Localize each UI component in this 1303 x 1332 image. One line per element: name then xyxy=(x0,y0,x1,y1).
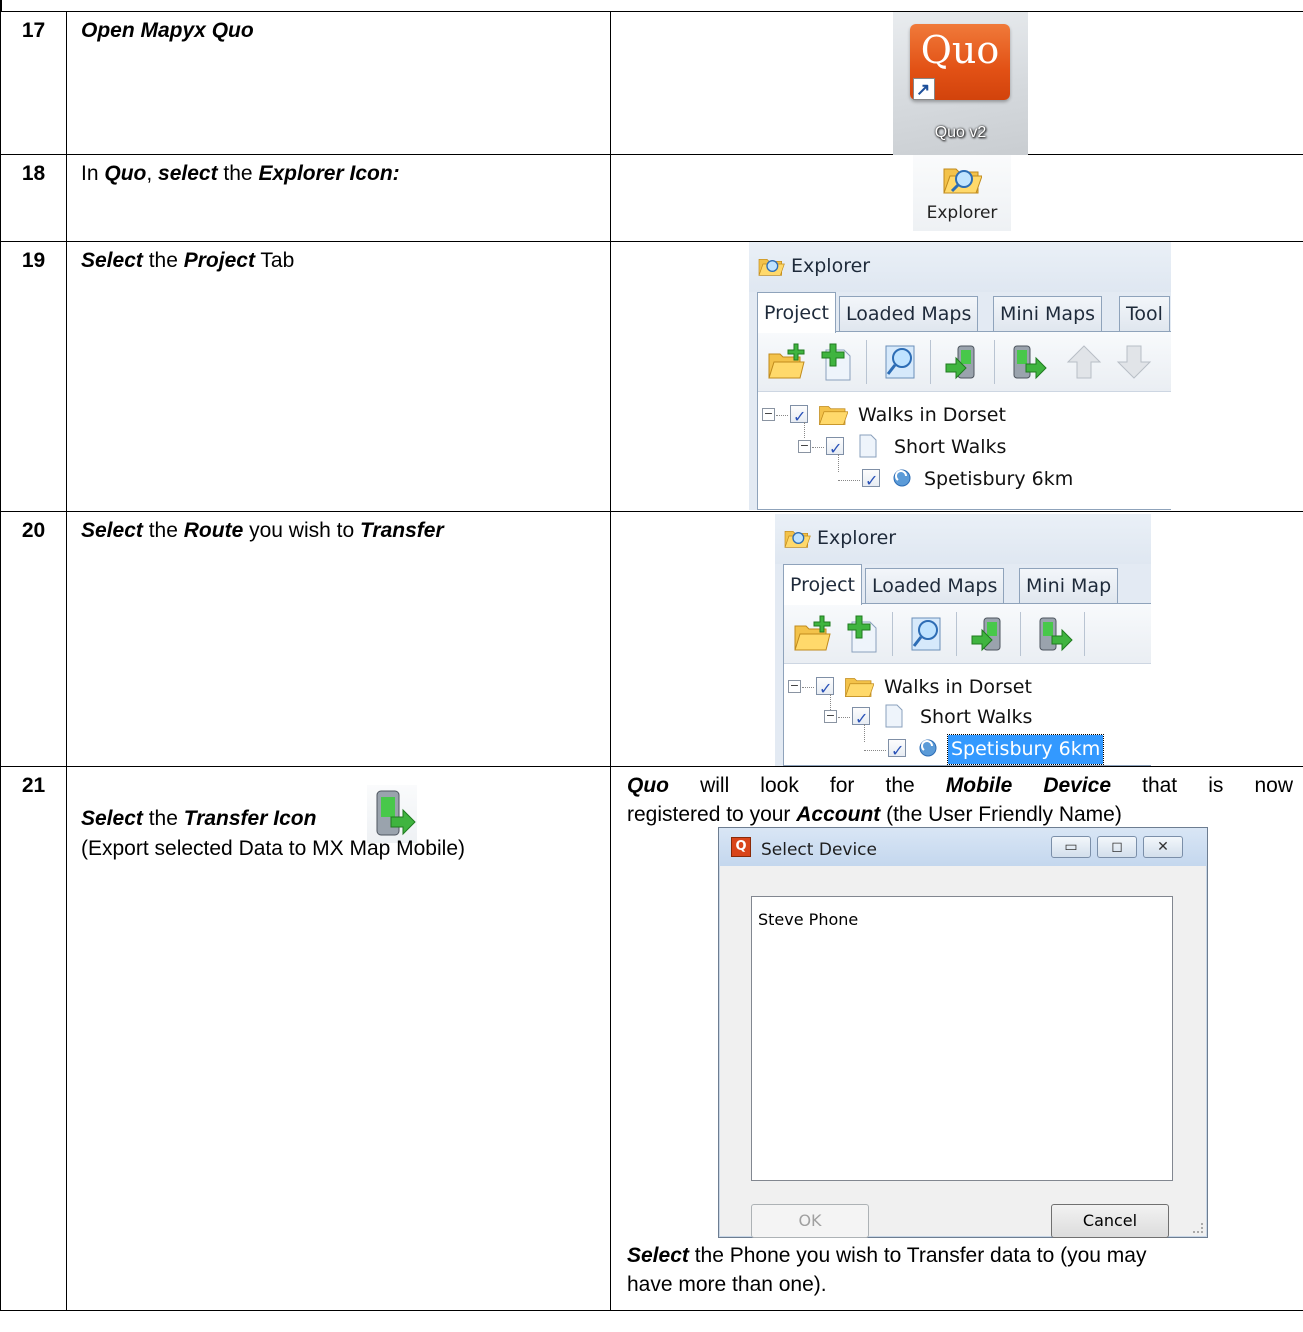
shortcut-arrow-icon xyxy=(913,75,935,104)
document-icon xyxy=(885,704,903,728)
checkbox[interactable] xyxy=(852,704,870,733)
step-image-cell: Explorer Project Loaded Maps Mini Maps T… xyxy=(610,241,1303,512)
dialog-titlebar: Q Select Device ▭ ◻ ✕ xyxy=(719,828,1207,866)
route-icon xyxy=(919,739,937,757)
table-row: 21 Select the Transfer Icon (Export sele… xyxy=(0,766,1303,1311)
step-image-cell: Explorer xyxy=(610,154,1303,242)
select-device-dialog: Q Select Device ▭ ◻ ✕ Steve Phone OK Can… xyxy=(718,827,1208,1238)
document-icon xyxy=(859,434,877,458)
tab-loaded-maps[interactable]: Loaded Maps xyxy=(839,296,979,332)
folder-search-icon xyxy=(943,168,982,194)
cancel-button[interactable]: Cancel xyxy=(1051,1204,1169,1238)
step-note: Select the Phone you wish to Transfer da… xyxy=(627,1244,1147,1296)
step-note: registered to your Account (the User Fri… xyxy=(627,803,1122,826)
step-number: 20 xyxy=(0,511,67,767)
explorer-button[interactable]: Explorer xyxy=(913,155,1011,231)
tree-item[interactable]: Spetisbury 6km xyxy=(784,734,1151,765)
tree-item[interactable]: Spetisbury 6km xyxy=(758,464,1158,495)
checkbox[interactable] xyxy=(816,674,834,703)
step-note: Quo will look for the Mobile Device that… xyxy=(627,774,1293,797)
transfer-icon[interactable] xyxy=(1034,614,1074,654)
new-item-icon[interactable] xyxy=(842,614,882,654)
collapse-icon[interactable]: − xyxy=(762,408,775,421)
tab-tools[interactable]: Tool xyxy=(1119,296,1170,332)
ok-button[interactable]: OK xyxy=(751,1204,869,1238)
app-icon: Q xyxy=(731,837,751,857)
table-row: 20 Select the Route you wish to Transfer… xyxy=(0,511,1303,767)
step-instruction: Select the Project Tab xyxy=(66,241,611,512)
collapse-icon[interactable]: − xyxy=(798,440,811,453)
new-folder-icon[interactable] xyxy=(792,614,832,654)
checkbox[interactable] xyxy=(888,736,906,765)
explorer-panel: Explorer Project Loaded Maps Mini Map − … xyxy=(775,514,1151,766)
tab-loaded-maps[interactable]: Loaded Maps xyxy=(865,568,1005,604)
tree-item[interactable]: − Walks in Dorset xyxy=(784,672,1151,703)
step-number: 21 xyxy=(0,766,67,1311)
folder-icon xyxy=(844,678,874,697)
step-image-cell: Quo Quo v2 xyxy=(610,11,1303,155)
device-list[interactable]: Steve Phone xyxy=(751,896,1173,1181)
steps-table: 17 Open Mapyx Quo Quo Quo v2 18 In Quo, … xyxy=(0,11,1303,1311)
tab-bar: Project Loaded Maps Mini Maps Tool xyxy=(757,292,1171,333)
quo-shortcut-icon[interactable]: Quo Quo v2 xyxy=(893,12,1028,155)
step-image-cell: Quo will look for the Mobile Device that… xyxy=(610,766,1303,1311)
import-device-icon[interactable] xyxy=(970,614,1010,654)
tab-mini-maps[interactable]: Mini Map xyxy=(1019,568,1119,604)
tab-project[interactable]: Project xyxy=(757,292,837,333)
step-instruction: Select the Transfer Icon (Export selecte… xyxy=(66,766,611,1311)
dialog-title: Select Device xyxy=(761,840,877,860)
explorer-title: Explorer xyxy=(791,255,871,277)
new-item-icon[interactable] xyxy=(816,342,856,382)
selected-route: Spetisbury 6km xyxy=(946,734,1105,765)
step-instruction: In Quo, select the Explorer Icon: xyxy=(66,154,611,242)
tab-bar: Project Loaded Maps Mini Map xyxy=(783,564,1151,605)
tree-item[interactable]: − Walks in Dorset xyxy=(758,400,1158,431)
folder-search-icon xyxy=(758,259,785,276)
arrow-up-icon[interactable] xyxy=(1064,342,1104,382)
explorer-body: − Walks in Dorset − Short Wal xyxy=(783,603,1151,766)
collapse-icon[interactable]: − xyxy=(788,680,801,693)
explorer-title: Explorer xyxy=(817,527,897,549)
table-row: 17 Open Mapyx Quo Quo Quo v2 xyxy=(0,11,1303,155)
folder-icon xyxy=(818,406,848,425)
step-number: 18 xyxy=(0,154,67,242)
route-icon xyxy=(893,469,911,487)
explorer-toolbar xyxy=(784,604,1151,664)
maximize-button[interactable]: ◻ xyxy=(1097,836,1137,858)
explorer-titlebar: Explorer xyxy=(749,242,1171,292)
checkbox[interactable] xyxy=(790,402,808,431)
arrow-down-icon[interactable] xyxy=(1114,342,1154,382)
tab-project[interactable]: Project xyxy=(783,564,863,605)
transfer-icon[interactable] xyxy=(1008,342,1048,382)
tree-item[interactable]: − Short Walks xyxy=(784,702,1151,733)
step-number: 17 xyxy=(0,11,67,155)
explorer-toolbar xyxy=(758,332,1171,392)
checkbox[interactable] xyxy=(862,466,880,495)
import-device-icon[interactable] xyxy=(944,342,984,382)
search-icon[interactable] xyxy=(880,342,920,382)
resize-grip[interactable] xyxy=(1193,1223,1203,1233)
step-instruction: Open Mapyx Quo xyxy=(66,11,611,155)
explorer-titlebar: Explorer xyxy=(775,514,1151,564)
new-folder-icon[interactable] xyxy=(766,342,806,382)
step-number: 19 xyxy=(0,241,67,512)
table-row: 19 Select the Project Tab Explorer Proje… xyxy=(0,241,1303,512)
search-icon[interactable] xyxy=(906,614,946,654)
step-instruction: Select the Route you wish to Transfer xyxy=(66,511,611,767)
tree-item[interactable]: − Short Walks xyxy=(758,432,1158,463)
folder-search-icon xyxy=(784,531,811,548)
minimize-button[interactable]: ▭ xyxy=(1051,836,1091,858)
explorer-panel: Explorer Project Loaded Maps Mini Maps T… xyxy=(749,242,1171,510)
shortcut-caption: Quo v2 xyxy=(934,124,987,141)
table-row: 18 In Quo, select the Explorer Icon: Exp… xyxy=(0,154,1303,242)
list-item[interactable]: Steve Phone xyxy=(758,905,858,934)
step-image-cell: Explorer Project Loaded Maps Mini Map − … xyxy=(610,511,1303,767)
tab-mini-maps[interactable]: Mini Maps xyxy=(993,296,1103,332)
collapse-icon[interactable]: − xyxy=(824,710,837,723)
checkbox[interactable] xyxy=(826,434,844,463)
explorer-body: − Walks in Dorset − Short Wal xyxy=(757,331,1171,510)
close-button[interactable]: ✕ xyxy=(1143,836,1183,858)
